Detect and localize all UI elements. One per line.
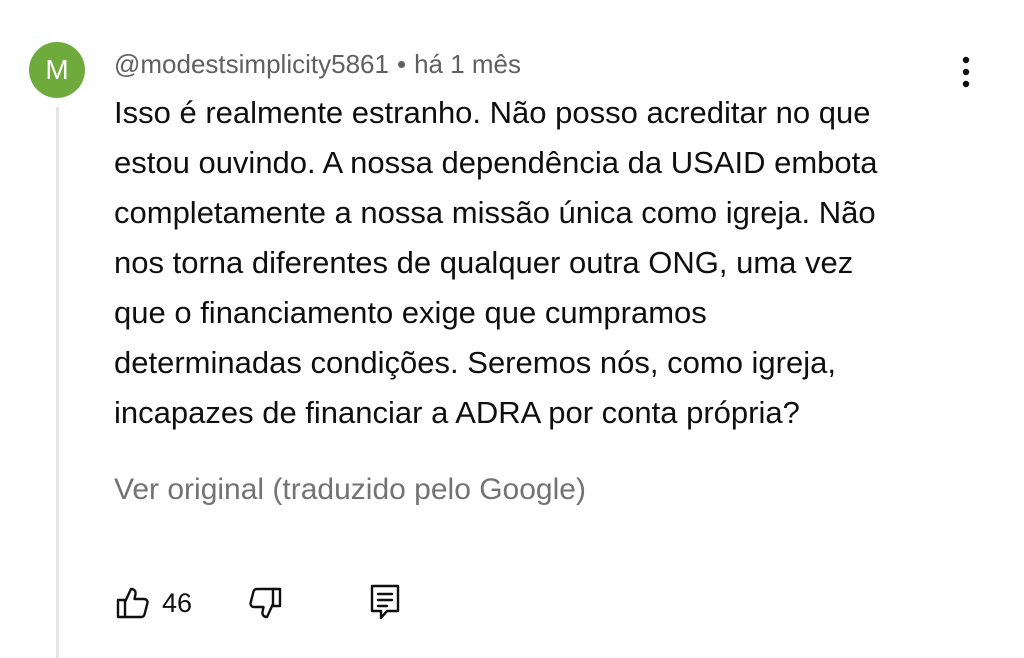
thread-line [56,107,59,658]
meta-separator: • [396,48,407,79]
comment-text-line: completamente a nossa missão única como … [114,195,876,230]
like-button[interactable] [114,584,152,622]
like-count: 46 [162,588,193,618]
thumb-down-icon [249,587,282,619]
thumb-up-icon [116,587,149,619]
more-vertical-icon [962,56,970,88]
avatar[interactable]: M [29,42,85,98]
comment-text-line: Isso é realmente estranho. Não posso acr… [114,95,871,130]
more-options-button[interactable] [948,52,984,92]
comment-text-line: determinadas condições. Seremos nós, com… [114,345,836,380]
view-original-link[interactable]: Ver original (traduzido pelo Google) [114,470,586,510]
comment-time[interactable]: há 1 mês [414,49,521,80]
comment-text-line: nos torna diferentes de qualquer outra O… [114,245,854,280]
reply-button[interactable] [368,582,402,622]
comment-text-line: estou ouvindo. A nossa dependência da US… [114,145,878,180]
author-name[interactable]: @modestsimplicity5861 [114,49,389,80]
comment-meta: @modestsimplicity5861 • há 1 mês [114,47,521,81]
reply-comment-icon [370,584,400,620]
comment-text-line: que o financiamento exige que cumpramos [114,295,707,330]
dislike-button[interactable] [246,584,284,622]
comment-text-line: incapazes de financiar a ADRA por conta … [114,395,800,430]
comment-text: Isso é realmente estranho. Não posso acr… [114,88,994,438]
